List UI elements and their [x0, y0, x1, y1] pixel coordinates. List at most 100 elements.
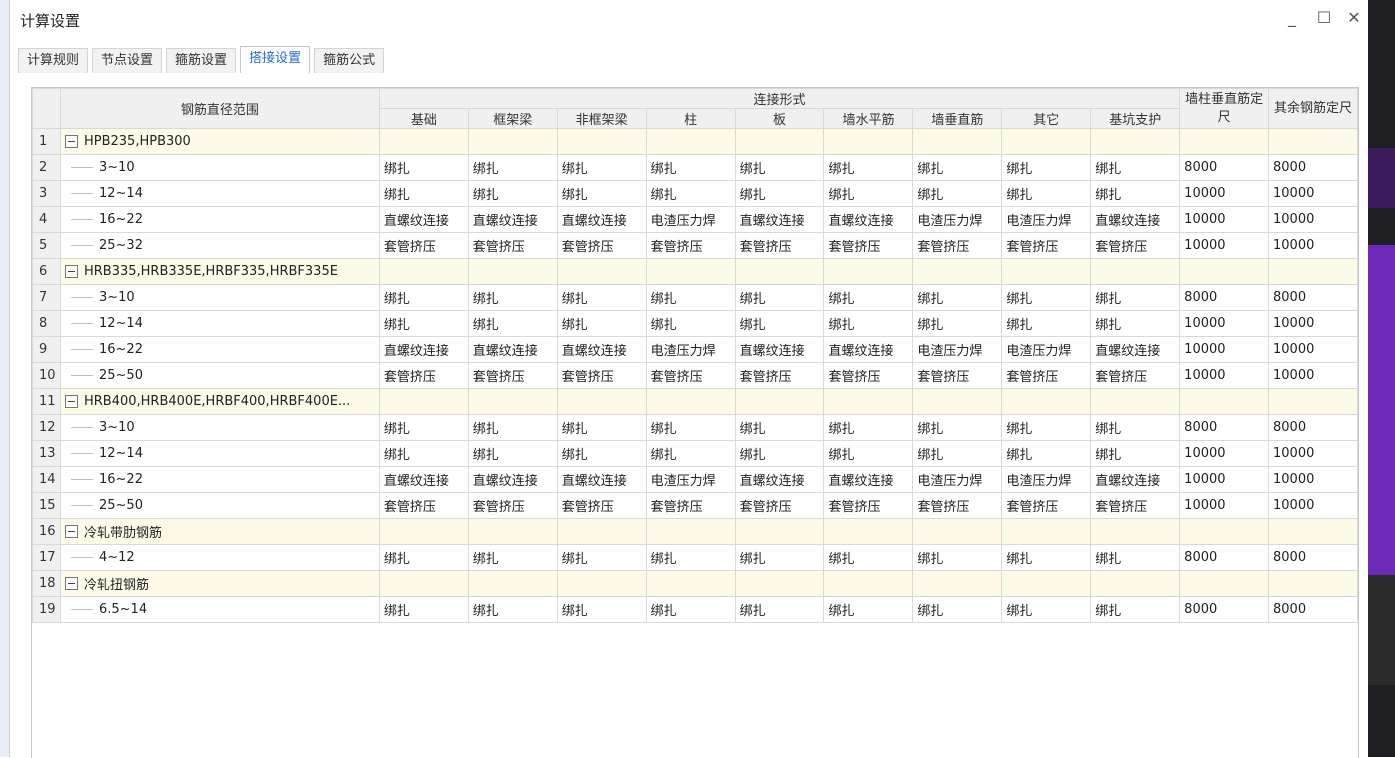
- group-row[interactable]: 18 冷轧扭钢筋: [32, 570, 1358, 597]
- connection-type-cell[interactable]: 绑扎: [556, 440, 647, 467]
- connection-type-cell[interactable]: 绑扎: [645, 440, 736, 467]
- diameter-range-cell[interactable]: HPB235,HPB300: [59, 128, 380, 155]
- diameter-range-cell[interactable]: 16~22: [59, 206, 380, 233]
- wall-fixed-length-cell[interactable]: 10000: [1179, 310, 1270, 337]
- connection-type-cell[interactable]: 套管挤压: [1090, 492, 1181, 519]
- connection-type-cell[interactable]: 直螺纹连接: [556, 466, 647, 493]
- connection-type-cell[interactable]: 绑扎: [556, 310, 647, 337]
- connection-type-cell[interactable]: 套管挤压: [645, 492, 736, 519]
- other-fixed-length-cell[interactable]: 10000: [1268, 180, 1358, 207]
- connection-type-cell[interactable]: 绑扎: [556, 544, 647, 571]
- connection-type-cell[interactable]: 绑扎: [645, 180, 736, 207]
- diameter-range-cell[interactable]: HRB335,HRB335E,HRBF335,HRBF335E: [59, 258, 380, 285]
- connection-type-cell[interactable]: 电渣压力焊: [912, 466, 1003, 493]
- connection-type-cell[interactable]: 套管挤压: [556, 362, 647, 389]
- tab-stirrup-formula[interactable]: 箍筋公式: [314, 48, 385, 73]
- connection-type-cell[interactable]: 直螺纹连接: [1090, 206, 1181, 233]
- connection-type-cell[interactable]: 套管挤压: [645, 232, 736, 259]
- wall-fixed-length-cell[interactable]: 8000: [1179, 596, 1270, 623]
- wall-fixed-length-cell[interactable]: 10000: [1179, 336, 1270, 363]
- connection-type-cell[interactable]: 绑扎: [1090, 154, 1181, 181]
- other-fixed-length-cell[interactable]: 8000: [1268, 596, 1358, 623]
- connection-type-cell[interactable]: 绑扎: [378, 440, 469, 467]
- diameter-range-cell[interactable]: 冷轧扭钢筋: [59, 570, 380, 597]
- connection-type-cell[interactable]: 绑扎: [378, 154, 469, 181]
- connection-type-cell[interactable]: 套管挤压: [734, 232, 825, 259]
- connection-type-cell[interactable]: 绑扎: [1090, 544, 1181, 571]
- connection-type-cell[interactable]: 套管挤压: [556, 492, 647, 519]
- connection-type-cell[interactable]: 直螺纹连接: [1090, 466, 1181, 493]
- connection-type-cell[interactable]: 电渣压力焊: [912, 206, 1003, 233]
- connection-type-cell[interactable]: 绑扎: [378, 414, 469, 441]
- connection-type-cell[interactable]: 绑扎: [467, 310, 558, 337]
- connection-type-cell[interactable]: 绑扎: [467, 544, 558, 571]
- connection-type-cell[interactable]: 套管挤压: [1001, 362, 1092, 389]
- maximize-button[interactable]: ☐: [1312, 6, 1336, 30]
- connection-type-cell[interactable]: 直螺纹连接: [734, 466, 825, 493]
- connection-type-cell[interactable]: 绑扎: [823, 414, 914, 441]
- connection-type-cell[interactable]: 直螺纹连接: [1090, 336, 1181, 363]
- wall-fixed-length-cell[interactable]: 10000: [1179, 362, 1270, 389]
- connection-type-cell[interactable]: 套管挤压: [823, 492, 914, 519]
- other-fixed-length-cell[interactable]: 10000: [1268, 440, 1358, 467]
- table-row[interactable]: 3 12~14 绑扎 绑扎 绑扎 绑扎 绑扎 绑扎 绑扎 绑扎 绑扎 10000 10000: [32, 180, 1358, 207]
- group-row[interactable]: 6 HRB335,HRB335E,HRBF335,HRBF335E: [32, 258, 1358, 285]
- connection-type-cell[interactable]: 套管挤压: [912, 362, 1003, 389]
- connection-type-cell[interactable]: 绑扎: [734, 310, 825, 337]
- connection-type-cell[interactable]: 绑扎: [378, 310, 469, 337]
- other-fixed-length-cell[interactable]: 10000: [1268, 206, 1358, 233]
- connection-type-cell[interactable]: 绑扎: [823, 284, 914, 311]
- table-row[interactable]: 9 16~22 直螺纹连接 直螺纹连接 直螺纹连接 电渣压力焊 直螺纹连接 直螺纹连接 电渣压力…: [32, 336, 1358, 363]
- connection-type-cell[interactable]: 绑扎: [1090, 414, 1181, 441]
- connection-type-cell[interactable]: 绑扎: [1001, 440, 1092, 467]
- connection-type-cell[interactable]: 绑扎: [1001, 154, 1092, 181]
- wall-fixed-length-cell[interactable]: 10000: [1179, 206, 1270, 233]
- table-row[interactable]: 12 3~10 绑扎 绑扎 绑扎 绑扎 绑扎 绑扎 绑扎 绑扎 绑扎 8000 8000: [32, 414, 1358, 441]
- connection-type-cell[interactable]: 套管挤压: [1001, 232, 1092, 259]
- other-fixed-length-cell[interactable]: 10000: [1268, 492, 1358, 519]
- connection-type-cell[interactable]: 绑扎: [378, 596, 469, 623]
- connection-type-cell[interactable]: 绑扎: [1001, 414, 1092, 441]
- connection-type-cell[interactable]: 绑扎: [912, 440, 1003, 467]
- connection-type-cell[interactable]: 绑扎: [912, 544, 1003, 571]
- connection-type-cell[interactable]: 绑扎: [734, 544, 825, 571]
- wall-fixed-length-cell[interactable]: 10000: [1179, 466, 1270, 493]
- connection-type-cell[interactable]: 直螺纹连接: [378, 466, 469, 493]
- diameter-range-cell[interactable]: 3~10: [59, 154, 380, 181]
- diameter-range-cell[interactable]: 4~12: [59, 544, 380, 571]
- connection-type-cell[interactable]: 电渣压力焊: [1001, 206, 1092, 233]
- connection-type-cell[interactable]: 套管挤压: [467, 492, 558, 519]
- collapse-toggle-icon[interactable]: [64, 265, 78, 278]
- connection-type-cell[interactable]: 绑扎: [734, 414, 825, 441]
- connection-type-cell[interactable]: 绑扎: [823, 310, 914, 337]
- connection-type-cell[interactable]: 绑扎: [734, 440, 825, 467]
- connection-type-cell[interactable]: 直螺纹连接: [467, 466, 558, 493]
- connection-type-cell[interactable]: 电渣压力焊: [645, 206, 736, 233]
- connection-type-cell[interactable]: 套管挤压: [1001, 492, 1092, 519]
- connection-type-cell[interactable]: 绑扎: [1001, 180, 1092, 207]
- connection-type-cell[interactable]: 直螺纹连接: [823, 336, 914, 363]
- connection-type-cell[interactable]: 绑扎: [467, 440, 558, 467]
- table-row[interactable]: 14 16~22 直螺纹连接 直螺纹连接 直螺纹连接 电渣压力焊 直螺纹连接 直螺纹连接 电渣压…: [32, 466, 1358, 493]
- table-row[interactable]: 5 25~32 套管挤压 套管挤压 套管挤压 套管挤压 套管挤压 套管挤压 套管挤压 套管挤压 套管…: [32, 232, 1358, 259]
- diameter-range-cell[interactable]: 6.5~14: [59, 596, 380, 623]
- connection-type-cell[interactable]: 绑扎: [467, 154, 558, 181]
- connection-type-cell[interactable]: 绑扎: [1090, 440, 1181, 467]
- diameter-range-cell[interactable]: 12~14: [59, 310, 380, 337]
- table-row[interactable]: 19 6.5~14 绑扎 绑扎 绑扎 绑扎 绑扎 绑扎 绑扎 绑扎 绑扎 8000 8000: [32, 596, 1358, 623]
- connection-type-cell[interactable]: 绑扎: [912, 284, 1003, 311]
- connection-type-cell[interactable]: 绑扎: [1001, 544, 1092, 571]
- collapse-toggle-icon[interactable]: [64, 525, 78, 538]
- minimize-button[interactable]: _: [1280, 6, 1304, 30]
- table-row[interactable]: 8 12~14 绑扎 绑扎 绑扎 绑扎 绑扎 绑扎 绑扎 绑扎 绑扎 10000 10000: [32, 310, 1358, 337]
- table-row[interactable]: 7 3~10 绑扎 绑扎 绑扎 绑扎 绑扎 绑扎 绑扎 绑扎 绑扎 8000 8000: [32, 284, 1358, 311]
- table-row[interactable]: 17 4~12 绑扎 绑扎 绑扎 绑扎 绑扎 绑扎 绑扎 绑扎 绑扎 8000 8000: [32, 544, 1358, 571]
- connection-type-cell[interactable]: 电渣压力焊: [645, 466, 736, 493]
- tab-lap-settings[interactable]: 搭接设置: [240, 46, 311, 73]
- connection-type-cell[interactable]: 绑扎: [378, 284, 469, 311]
- other-fixed-length-cell[interactable]: 10000: [1268, 362, 1358, 389]
- collapse-toggle-icon[interactable]: [64, 135, 78, 148]
- connection-type-cell[interactable]: 绑扎: [912, 180, 1003, 207]
- connection-type-cell[interactable]: 绑扎: [645, 544, 736, 571]
- diameter-range-cell[interactable]: 12~14: [59, 180, 380, 207]
